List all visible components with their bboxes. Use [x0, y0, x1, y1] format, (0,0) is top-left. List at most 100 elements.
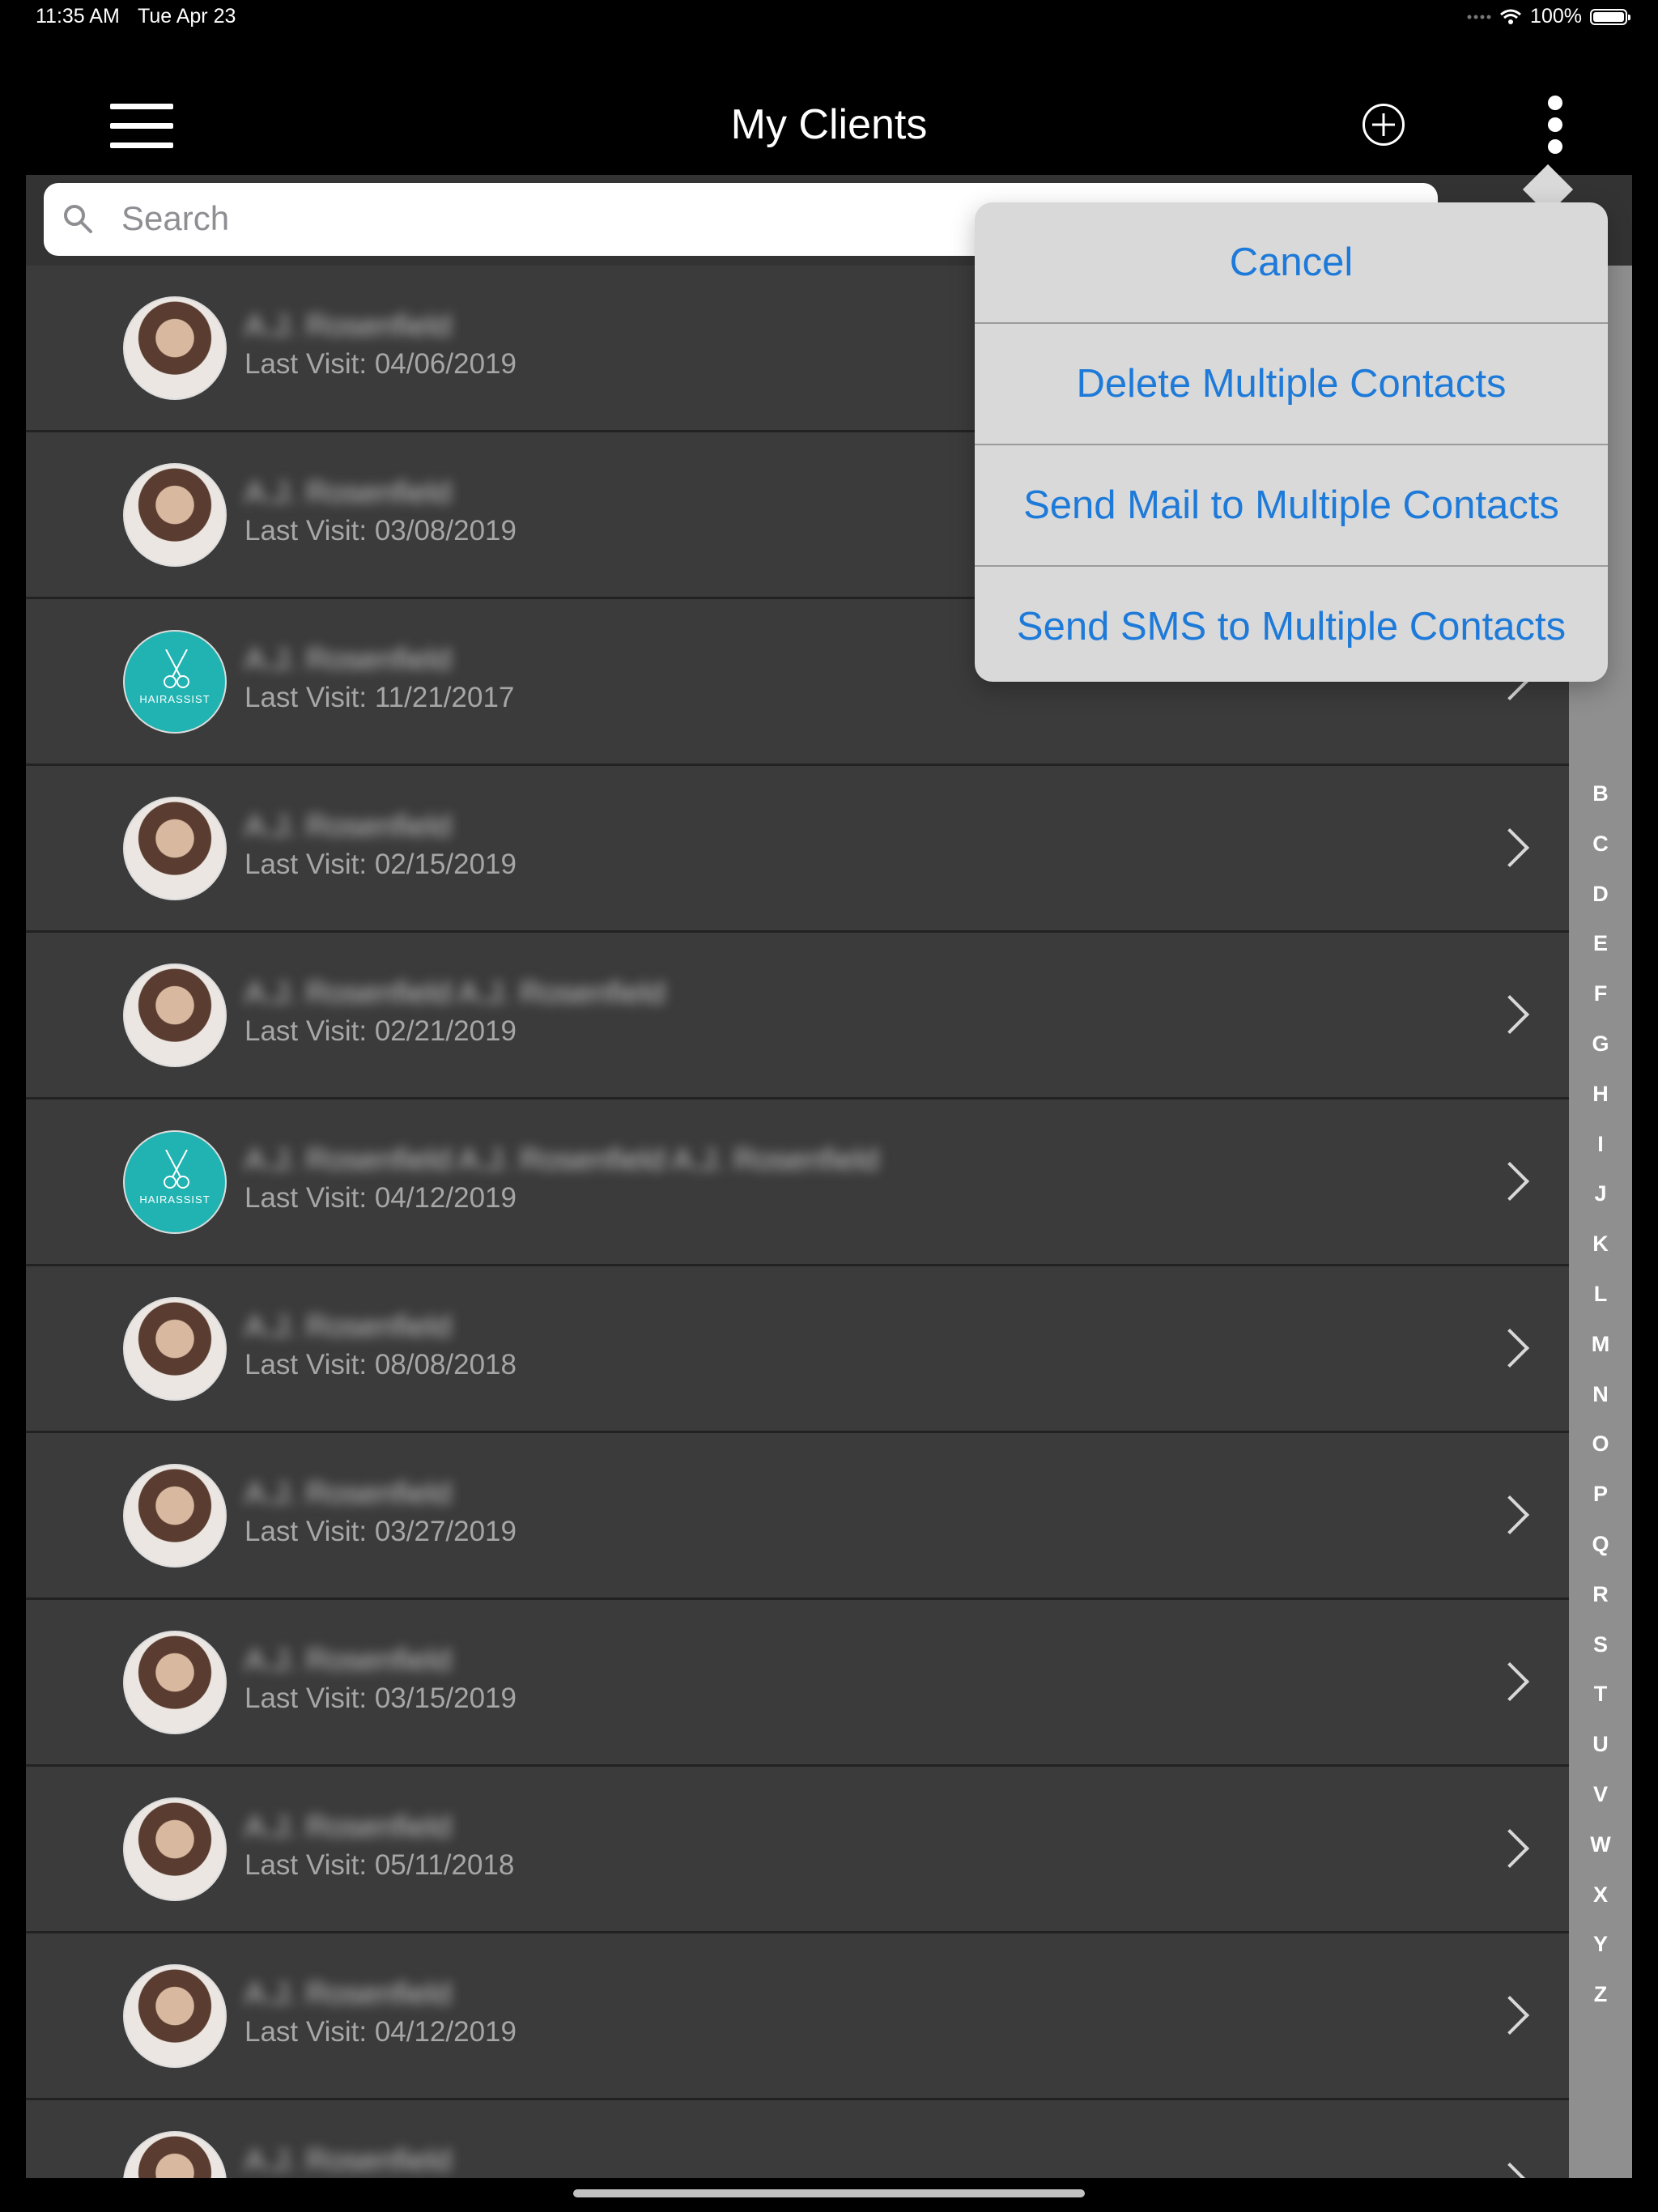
- add-client-button[interactable]: [1363, 104, 1405, 146]
- index-letter[interactable]: C: [1569, 819, 1632, 870]
- status-bar: 11:35 AM Tue Apr 23 100%: [0, 0, 1658, 36]
- scissors-icon: [164, 1150, 189, 1189]
- client-name: A.J. Rosenfield: [244, 643, 452, 677]
- client-avatar: [123, 1297, 227, 1401]
- client-name: A.J. Rosenfield: [244, 1810, 452, 1844]
- chevron-right-icon: [1490, 1161, 1530, 1202]
- wifi-icon: [1500, 9, 1522, 24]
- client-name: A.J. Rosenfield: [244, 1477, 452, 1511]
- delete-multiple-contacts-button[interactable]: Delete Multiple Contacts: [975, 324, 1608, 445]
- index-letter[interactable]: I: [1569, 1120, 1632, 1170]
- client-row[interactable]: A.J. Rosenfield: [26, 2100, 1569, 2178]
- index-letter[interactable]: P: [1569, 1470, 1632, 1520]
- index-letter[interactable]: U: [1569, 1720, 1632, 1770]
- index-letter[interactable]: G: [1569, 1019, 1632, 1070]
- client-name: A.J. Rosenfield A.J. Rosenfield: [244, 976, 665, 1010]
- last-visit-date: Last Visit: 08/08/2018: [244, 1349, 517, 1380]
- client-name: A.J. Rosenfield: [244, 1977, 452, 2011]
- client-name: A.J. Rosenfield: [244, 1644, 452, 1678]
- last-visit-date: Last Visit: 03/08/2019: [244, 515, 517, 547]
- send-mail-multiple-contacts-button[interactable]: Send Mail to Multiple Contacts: [975, 445, 1608, 567]
- client-name: A.J. Rosenfield: [244, 810, 452, 844]
- index-letter[interactable]: R: [1569, 1570, 1632, 1620]
- client-row[interactable]: A.J. Rosenfield Last Visit: 03/15/2019: [26, 1600, 1569, 1767]
- client-avatar: [123, 463, 227, 567]
- home-indicator: [573, 2189, 1085, 2197]
- chevron-right-icon: [1490, 1828, 1530, 1869]
- index-letter[interactable]: M: [1569, 1320, 1632, 1370]
- page-title: My Clients: [730, 101, 928, 148]
- client-row[interactable]: A.J. Rosenfield Last Visit: 03/27/2019: [26, 1433, 1569, 1600]
- chevron-right-icon: [1490, 2162, 1530, 2178]
- chevron-right-icon: [1490, 1328, 1530, 1368]
- more-vertical-icon[interactable]: [1543, 96, 1567, 154]
- battery-percent: 100%: [1530, 5, 1582, 28]
- navigation-bar: My Clients: [0, 71, 1658, 175]
- client-name: A.J. Rosenfield: [244, 2144, 452, 2178]
- client-avatar: [123, 2131, 227, 2178]
- index-letter[interactable]: X: [1569, 1870, 1632, 1921]
- index-letter[interactable]: S: [1569, 1620, 1632, 1670]
- index-letter[interactable]: D: [1569, 870, 1632, 920]
- search-placeholder: Search: [121, 199, 230, 237]
- client-row[interactable]: A.J. Rosenfield A.J. Rosenfield Last Visi…: [26, 933, 1569, 1100]
- scissors-icon: [164, 649, 189, 688]
- last-visit-date: Last Visit: 11/21/2017: [244, 682, 515, 713]
- client-row[interactable]: HAIRASSIST A.J. Rosenfield A.J. Rosenfiel…: [26, 1100, 1569, 1266]
- last-visit-date: Last Visit: 04/12/2019: [244, 1182, 517, 1214]
- chevron-right-icon: [1490, 1495, 1530, 1535]
- actions-popover: Cancel Delete Multiple Contacts Send Mai…: [975, 202, 1608, 682]
- client-name: A.J. Rosenfield A.J. Rosenfield A.J. Ros…: [244, 1143, 879, 1177]
- client-avatar: [123, 1964, 227, 2068]
- status-date: Tue Apr 23: [138, 5, 236, 28]
- index-letter[interactable]: H: [1569, 1070, 1632, 1120]
- client-row[interactable]: A.J. Rosenfield Last Visit: 08/08/2018: [26, 1266, 1569, 1433]
- cancel-button[interactable]: Cancel: [975, 202, 1608, 324]
- last-visit-date: Last Visit: 02/21/2019: [244, 1015, 517, 1047]
- chevron-right-icon: [1490, 1995, 1530, 2035]
- last-visit-date: Last Visit: 04/06/2019: [244, 348, 517, 380]
- client-avatar: [123, 1797, 227, 1901]
- client-avatar: [123, 1464, 227, 1568]
- search-icon: [64, 205, 92, 233]
- index-letter[interactable]: Z: [1569, 1970, 1632, 2020]
- last-visit-date: Last Visit: 03/15/2019: [244, 1682, 517, 1714]
- brand-avatar-text: HAIRASSIST: [139, 1193, 210, 1206]
- index-letter[interactable]: N: [1569, 1370, 1632, 1420]
- index-letter[interactable]: V: [1569, 1770, 1632, 1820]
- send-sms-multiple-contacts-button[interactable]: Send SMS to Multiple Contacts: [975, 567, 1608, 682]
- signal-dots-icon: [1467, 15, 1491, 19]
- client-avatar: [123, 296, 227, 400]
- chevron-right-icon: [1490, 827, 1530, 868]
- index-letter[interactable]: Q: [1569, 1520, 1632, 1570]
- battery-icon: [1590, 8, 1630, 25]
- index-letter[interactable]: F: [1569, 969, 1632, 1019]
- chevron-right-icon: [1490, 994, 1530, 1035]
- index-letter[interactable]: B: [1569, 769, 1632, 819]
- last-visit-date: Last Visit: 05/11/2018: [244, 1849, 515, 1881]
- last-visit-date: Last Visit: 03/27/2019: [244, 1516, 517, 1547]
- client-avatar: [123, 1631, 227, 1734]
- client-avatar: [123, 797, 227, 900]
- index-letter[interactable]: Y: [1569, 1920, 1632, 1970]
- client-name: A.J. Rosenfield: [244, 1310, 452, 1344]
- last-visit-date: Last Visit: 04/12/2019: [244, 2016, 517, 2048]
- client-name: A.J. Rosenfield: [244, 309, 452, 343]
- status-indicators: 100%: [1467, 5, 1630, 28]
- client-name: A.J. Rosenfield: [244, 476, 452, 510]
- index-letter[interactable]: E: [1569, 919, 1632, 969]
- index-letter[interactable]: O: [1569, 1419, 1632, 1470]
- index-letter[interactable]: L: [1569, 1270, 1632, 1320]
- client-avatar: HAIRASSIST: [123, 630, 227, 734]
- brand-avatar-text: HAIRASSIST: [139, 693, 210, 705]
- chevron-right-icon: [1490, 1661, 1530, 1702]
- client-avatar: HAIRASSIST: [123, 1130, 227, 1234]
- index-letter[interactable]: J: [1569, 1169, 1632, 1219]
- client-row[interactable]: A.J. Rosenfield Last Visit: 05/11/2018: [26, 1767, 1569, 1933]
- client-row[interactable]: A.J. Rosenfield Last Visit: 04/12/2019: [26, 1933, 1569, 2100]
- index-letter[interactable]: W: [1569, 1820, 1632, 1870]
- client-row[interactable]: A.J. Rosenfield Last Visit: 02/15/2019: [26, 766, 1569, 933]
- client-avatar: [123, 963, 227, 1067]
- index-letter[interactable]: K: [1569, 1219, 1632, 1270]
- index-letter[interactable]: T: [1569, 1670, 1632, 1720]
